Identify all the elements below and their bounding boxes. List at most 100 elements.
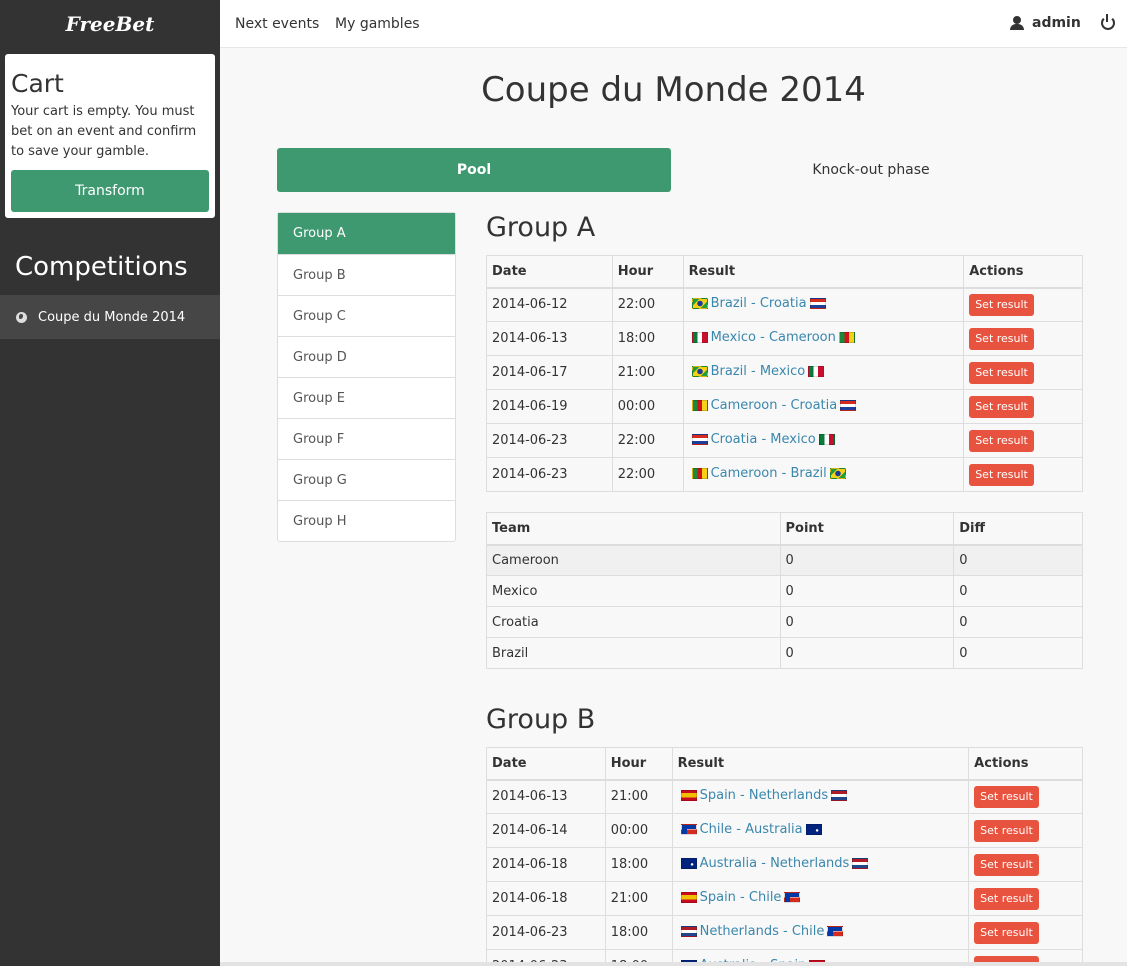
match-date: 2014-06-12 [486,287,613,322]
standings-team: Brazil [486,637,781,669]
match-link[interactable]: Australia - Netherlands [678,856,872,871]
matches-table-group-b: Date Hour Result Actions 2014-06-13 21:00… [486,747,1083,966]
standings-point: 0 [779,575,955,607]
australia-flag-icon [680,858,697,869]
match-link[interactable]: Cameroon - Brazil [689,466,849,481]
away-team: Cameroon [768,330,836,345]
set-result-button[interactable]: Set result [969,361,1034,384]
group-item-h[interactable]: Group H [278,500,455,541]
group-item-c[interactable]: Group C [278,295,455,336]
match-row: 2014-06-12 22:00 Brazil - Croatia Set resul… [486,287,1083,322]
match-link[interactable]: Brazil - Croatia [689,296,829,311]
power-icon[interactable] [1101,14,1115,30]
away-team: Croatia [759,296,807,312]
match-link[interactable]: Netherlands - Chile [678,924,847,939]
home-team: Australia [699,856,758,871]
match-date: 2014-06-23 [486,423,613,458]
match-link[interactable]: Croatia - Mexico [689,432,838,447]
col-header-hour: Hour [611,255,684,289]
standings-point: 0 [779,544,955,576]
standings-row: Mexico 0 0 [486,575,1083,607]
match-row: 2014-06-14 00:00 Chile - Australia Set resu… [486,813,1083,848]
match-row: 2014-06-13 21:00 Spain - Netherlands Set re… [486,779,1083,814]
standings-row: Cameroon 0 0 [486,544,1083,576]
globe-icon [16,311,27,323]
match-hour: 21:00 [604,881,673,916]
match-result-cell: Brazil - Croatia [682,287,965,322]
croatia-flag-icon [691,434,708,445]
set-result-button[interactable]: Set result [969,293,1034,316]
cart-title: Cart [11,69,64,98]
match-date: 2014-06-23 [486,915,606,950]
tab-knock-out-phase[interactable]: Knock-out phase [671,148,1071,192]
match-link[interactable]: Chile - Australia [678,822,825,837]
horizontal-scrollbar[interactable] [220,962,1127,966]
mexico-flag-icon [691,332,708,343]
sidebar-item-coupe-du-monde[interactable]: Coupe du Monde 2014 [0,295,220,339]
netherlands-flag-icon [852,858,869,869]
away-team: Mexico [759,364,806,379]
set-result-button[interactable]: Set result [969,463,1034,486]
set-result-button[interactable]: Set result [974,887,1039,910]
australia-flag-icon [805,824,822,835]
brazil-flag-icon [691,298,708,310]
user-menu[interactable]: admin [1010,15,1081,31]
match-link[interactable]: Cameroon - Croatia [689,398,860,413]
col-header-actions: Actions [968,747,1083,781]
match-result-cell: Spain - Netherlands [671,779,970,814]
match-link[interactable]: Mexico - Cameroon [689,330,858,345]
match-row: 2014-06-19 00:00 Cameroon - Croatia Set res… [486,389,1083,424]
match-separator: - [757,432,771,447]
match-result-cell: Mexico - Cameroon [682,321,965,356]
match-hour: 18:00 [604,847,673,882]
standings-point: 0 [779,637,955,669]
group-item-f[interactable]: Group F [278,418,455,459]
match-link[interactable]: Spain - Chile [678,890,804,905]
group-item-g[interactable]: Group G [278,459,455,500]
standings-row: Croatia 0 0 [486,606,1083,638]
set-result-button[interactable]: Set result [974,785,1039,808]
group-item-e[interactable]: Group E [278,377,455,418]
match-hour: 21:00 [611,355,684,390]
match-date: 2014-06-23 [486,457,613,492]
match-actions-cell: Set result [963,423,1083,458]
match-link[interactable]: Spain - Netherlands [678,788,851,803]
col-header-point: Point [779,512,955,546]
match-date: 2014-06-18 [486,847,606,882]
group-item-d[interactable]: Group D [278,336,455,377]
home-team: Brazil [710,364,747,379]
set-result-button[interactable]: Set result [969,327,1034,350]
mexico-flag-icon [808,366,825,377]
tab-pool[interactable]: Pool [277,148,671,192]
set-result-button[interactable]: Set result [974,921,1039,944]
home-team: Netherlands [699,924,779,939]
away-team: Netherlands [748,788,829,804]
match-actions-cell: Set result [963,457,1083,492]
set-result-button[interactable]: Set result [974,853,1039,876]
set-result-button[interactable]: Set result [974,819,1039,842]
standings-diff: 0 [953,606,1083,638]
match-result-cell: Spain - Chile [671,881,970,916]
brand-logo[interactable]: FreeBet [0,0,220,48]
match-separator: - [756,330,769,345]
chile-flag-icon [827,926,844,937]
match-hour: 18:00 [611,321,684,356]
group-item-a[interactable]: Group A [278,213,455,254]
match-hour: 00:00 [604,813,673,848]
match-date: 2014-06-14 [486,813,606,848]
home-team: Cameroon [710,466,778,481]
col-header-date: Date [486,747,606,781]
match-link[interactable]: Brazil - Mexico [689,364,828,379]
croatia-flag-icon [840,400,857,411]
match-actions-cell: Set result [968,847,1083,882]
set-result-button[interactable]: Set result [969,395,1034,418]
standings-team: Mexico [486,575,781,607]
nav-next-events[interactable]: Next events [235,16,319,32]
top-navbar: Next events My gambles admin [220,0,1127,48]
set-result-button[interactable]: Set result [969,429,1034,452]
nav-my-gambles[interactable]: My gambles [335,16,420,32]
transform-button[interactable]: Transform [11,170,209,212]
match-result-cell: Chile - Australia [671,813,970,848]
group-item-b[interactable]: Group B [278,254,455,295]
match-hour: 22:00 [611,457,684,492]
